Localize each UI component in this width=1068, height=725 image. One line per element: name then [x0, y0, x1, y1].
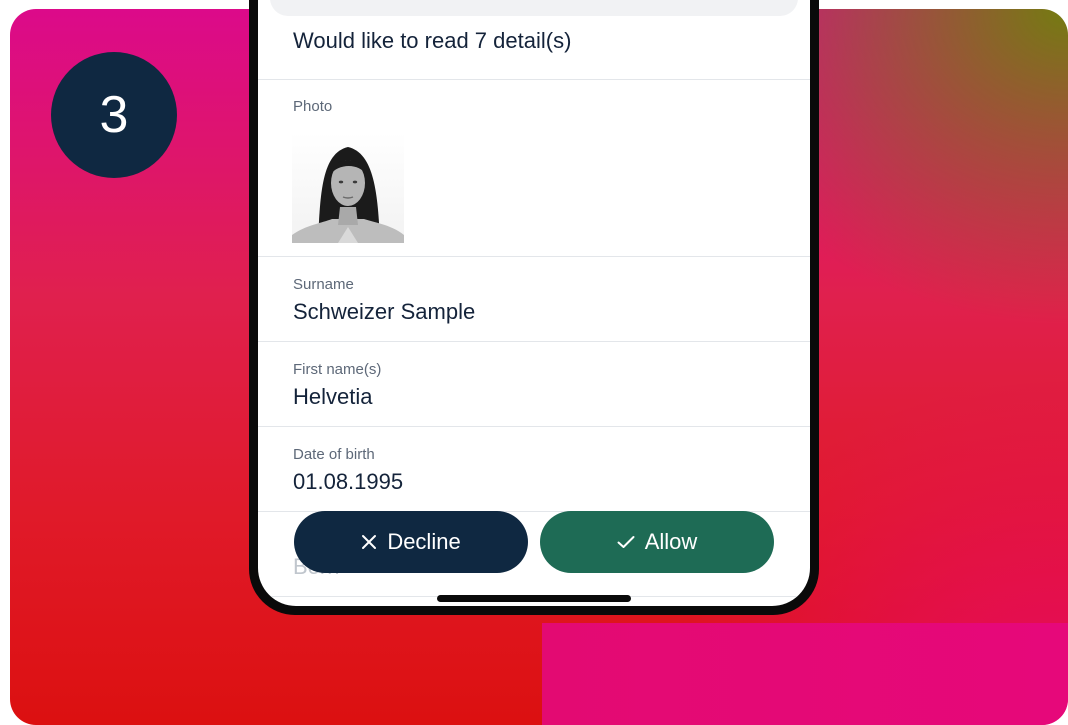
- divider: [258, 79, 810, 80]
- field-value-first-names: Helvetia: [293, 384, 373, 409]
- step-badge: 3: [51, 52, 177, 178]
- checkmark-icon: [617, 536, 635, 548]
- home-indicator: [437, 595, 631, 602]
- background-panel: [542, 623, 1068, 725]
- allow-button[interactable]: Allow: [540, 511, 774, 573]
- field-label-first-names: First name(s): [293, 361, 382, 378]
- field-value-date-of-birth: 01.08.1995: [293, 469, 404, 494]
- field-value-surname: Schweizer Sample: [293, 299, 476, 324]
- divider: [258, 341, 810, 342]
- decline-button[interactable]: Decline: [294, 511, 528, 573]
- phone-screen: Would like to read 7 detail(s) Photo Sur…: [258, 0, 810, 606]
- photo-label: Photo: [293, 98, 333, 115]
- field-label-surname: Surname: [293, 276, 354, 293]
- top-sheet-edge: [270, 0, 798, 16]
- phone-frame: Would like to read 7 detail(s) Photo Sur…: [249, 0, 819, 615]
- portrait-image: [292, 133, 404, 243]
- step-number: 3: [99, 86, 129, 144]
- field-label-date-of-birth: Date of birth: [293, 446, 375, 463]
- allow-label: Allow: [644, 529, 698, 554]
- request-header: Would like to read 7 detail(s): [293, 28, 572, 53]
- divider: [258, 256, 810, 257]
- id-photo: [292, 133, 404, 243]
- close-icon: [362, 535, 377, 549]
- decline-label: Decline: [387, 529, 461, 554]
- divider: [258, 426, 810, 427]
